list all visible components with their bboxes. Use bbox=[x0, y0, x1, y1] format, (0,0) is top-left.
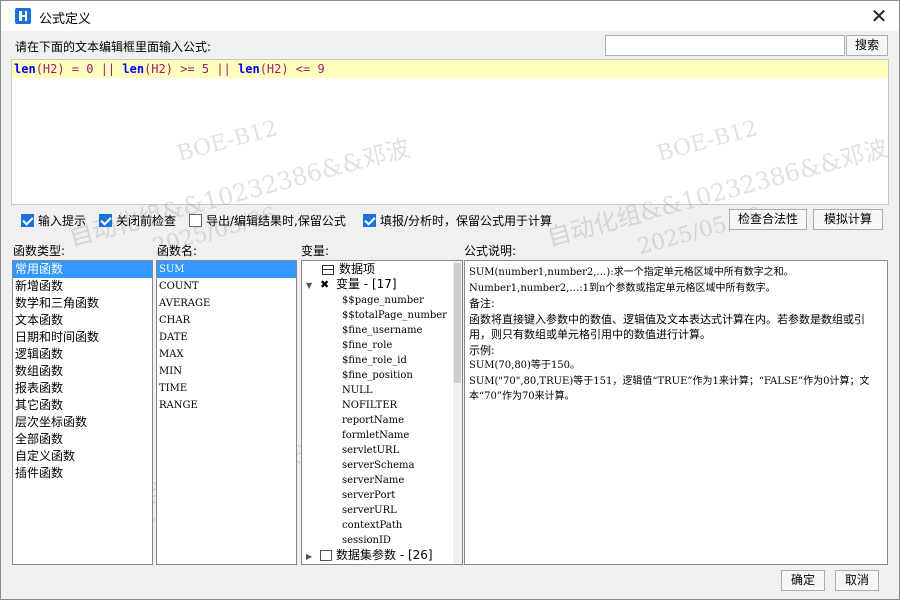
description-line: SUM(number1,number2,…):求一个指定单元格区域中所有数字之和… bbox=[469, 267, 794, 278]
formula-description: SUM(number1,number2,…):求一个指定单元格区域中所有数字之和… bbox=[464, 260, 888, 565]
formula-definition-dialog: 公式定义 ✕ 请在下面的文本编辑框里面输入公式: 搜索 len(H2) = 0 … bbox=[0, 0, 900, 600]
scrollbar[interactable] bbox=[453, 261, 462, 564]
tree-leaf[interactable]: NOFILTER bbox=[342, 398, 397, 413]
tree-item-dataset-params[interactable]: ▶ 数据集参数 - [26] bbox=[306, 548, 433, 563]
tree-leaf[interactable]: $fine_position bbox=[342, 368, 413, 383]
list-item[interactable]: 数学和三角函数 bbox=[13, 295, 152, 312]
tree-leaf[interactable]: serverSchema bbox=[342, 458, 414, 473]
checkbox-checked-icon[interactable] bbox=[21, 213, 34, 227]
editor-prompt: 请在下面的文本编辑框里面输入公式: bbox=[15, 40, 212, 54]
formula-segment: (H2) = 0 || bbox=[35, 62, 123, 76]
tree-leaf[interactable]: $fine_username bbox=[342, 323, 422, 338]
list-item[interactable]: 插件函数 bbox=[13, 465, 152, 482]
list-item[interactable]: SUM bbox=[157, 261, 296, 278]
tree-leaf[interactable]: NULL bbox=[342, 383, 372, 398]
formula-segment: len bbox=[122, 62, 145, 76]
list-item[interactable]: 常用函数 bbox=[13, 261, 152, 278]
list-item[interactable]: 自定义函数 bbox=[13, 448, 152, 465]
cancel-button[interactable]: 取消 bbox=[835, 570, 879, 591]
description-line: 备注: bbox=[469, 297, 495, 310]
checkbox-checked-icon[interactable] bbox=[363, 213, 376, 227]
formula-segment: (H2) >= 5 || bbox=[144, 62, 238, 76]
list-item[interactable]: 日期和时间函数 bbox=[13, 329, 152, 346]
tree-item-data-items[interactable]: 数据项 bbox=[322, 262, 375, 277]
list-item[interactable]: 逻辑函数 bbox=[13, 346, 152, 363]
description-line: Number1,number2,…:1到n个参数或指定单元格区域中所有数字。 bbox=[469, 282, 776, 294]
tree-leaf[interactable]: $fine_role_id bbox=[342, 353, 407, 368]
title-bar: 公式定义 ✕ bbox=[1, 1, 899, 31]
checkbox-unchecked-icon[interactable] bbox=[189, 213, 202, 227]
option-input-hint[interactable]: 输入提示 bbox=[21, 212, 86, 228]
simulate-button[interactable]: 模拟计算 bbox=[813, 209, 883, 230]
list-item[interactable]: 其它函数 bbox=[13, 397, 152, 414]
list-item[interactable]: RANGE bbox=[157, 397, 296, 414]
chevron-down-icon[interactable]: ▼ bbox=[306, 278, 316, 293]
tree-leaf[interactable]: serverURL bbox=[342, 503, 397, 518]
dataset-param-icon bbox=[320, 550, 332, 561]
option-keep-formula-calc[interactable]: 填报/分析时，保留公式用于计算 bbox=[363, 212, 552, 228]
table-icon bbox=[322, 264, 334, 275]
app-logo-icon bbox=[15, 8, 31, 24]
chevron-right-icon[interactable]: ▶ bbox=[306, 549, 316, 564]
tree-leaf[interactable]: reportName bbox=[342, 413, 404, 428]
search-button[interactable]: 搜索 bbox=[846, 35, 888, 56]
list-item[interactable]: 文本函数 bbox=[13, 312, 152, 329]
tree-item-label: 数据集参数 - [26] bbox=[336, 548, 433, 562]
list-item[interactable]: AVERAGE bbox=[157, 295, 296, 312]
checkbox-checked-icon[interactable] bbox=[99, 213, 112, 227]
scrollbar-thumb[interactable] bbox=[454, 263, 461, 383]
list-item[interactable]: 全部函数 bbox=[13, 431, 152, 448]
function-name-list[interactable]: SUM COUNT AVERAGE CHAR DATE MAX MIN TIME… bbox=[156, 260, 297, 565]
variable-icon: ✖ bbox=[320, 278, 330, 291]
list-item[interactable]: 数组函数 bbox=[13, 363, 152, 380]
check-validity-button[interactable]: 检查合法性 bbox=[729, 209, 807, 230]
list-item[interactable]: MAX bbox=[157, 346, 296, 363]
variables-label: 变量: bbox=[301, 244, 330, 258]
list-item[interactable]: CHAR bbox=[157, 312, 296, 329]
formula-segment: len bbox=[14, 62, 36, 76]
formula-editor[interactable]: len(H2) = 0 || len(H2) >= 5 || len(H2) <… bbox=[11, 59, 889, 205]
list-item[interactable]: 层次坐标函数 bbox=[13, 414, 152, 431]
formula-segment: len bbox=[238, 62, 260, 76]
option-keep-formula-export[interactable]: 导出/编辑结果时,保留公式 bbox=[189, 212, 346, 228]
list-item[interactable]: MIN bbox=[157, 363, 296, 380]
option-label: 填报/分析时，保留公式用于计算 bbox=[380, 213, 553, 228]
variables-tree[interactable]: 数据项 ▼ ✖ 变量 - [17] $$page_number $$totalPag… bbox=[301, 260, 463, 565]
tree-item-variables[interactable]: ▼ ✖ 变量 - [17] bbox=[306, 277, 397, 292]
tree-item-label: 数据项 bbox=[339, 262, 376, 276]
option-label: 导出/编辑结果时,保留公式 bbox=[206, 213, 346, 228]
option-label: 输入提示 bbox=[38, 213, 87, 228]
list-item[interactable]: TIME bbox=[157, 380, 296, 397]
function-name-label: 函数名: bbox=[157, 244, 198, 258]
close-icon[interactable]: ✕ bbox=[865, 3, 893, 29]
tree-leaf[interactable]: servletURL bbox=[342, 443, 399, 458]
formula-line[interactable]: len(H2) = 0 || len(H2) >= 5 || len(H2) <… bbox=[12, 60, 888, 78]
option-check-before-close[interactable]: 关闭前检查 bbox=[99, 212, 176, 228]
description-line: SUM("70",80,TRUE)等于151，逻辑值“TRUE”作为1来计算；“… bbox=[469, 375, 870, 403]
option-label: 关闭前检查 bbox=[116, 213, 177, 228]
list-item[interactable]: COUNT bbox=[157, 278, 296, 295]
function-type-list[interactable]: 常用函数 新增函数 数学和三角函数 文本函数 日期和时间函数 逻辑函数 数组函数… bbox=[12, 260, 153, 565]
description-line: 示例: bbox=[469, 343, 495, 357]
window-title: 公式定义 bbox=[39, 12, 92, 27]
tree-leaf[interactable]: serverPort bbox=[342, 488, 395, 503]
tree-leaf[interactable]: contextPath bbox=[342, 518, 402, 533]
list-item[interactable]: 报表函数 bbox=[13, 380, 152, 397]
description-line: 函数将直接键入参数中的数值、逻辑值及文本表达式计算在内。若参数是数组或引用，则只… bbox=[469, 312, 865, 342]
ok-button[interactable]: 确定 bbox=[781, 570, 825, 591]
formula-segment: (H2) <= 9 bbox=[259, 62, 325, 76]
list-item[interactable]: DATE bbox=[157, 329, 296, 346]
tree-leaf[interactable]: $fine_role bbox=[342, 338, 392, 353]
tree-leaf[interactable]: serverName bbox=[342, 473, 404, 488]
function-type-label: 函数类型: bbox=[13, 244, 66, 258]
tree-item-label: 变量 - [17] bbox=[336, 277, 397, 291]
tree-leaf[interactable]: $$totalPage_number bbox=[342, 308, 447, 323]
tree-leaf[interactable]: $$page_number bbox=[342, 293, 424, 308]
tree-leaf[interactable]: formletName bbox=[342, 428, 409, 443]
description-line: SUM(70,80)等于150。 bbox=[469, 360, 581, 371]
description-label: 公式说明: bbox=[464, 244, 517, 258]
list-item[interactable]: 新增函数 bbox=[13, 278, 152, 295]
tree-leaf[interactable]: sessionID bbox=[342, 533, 391, 548]
search-input[interactable] bbox=[605, 35, 845, 56]
